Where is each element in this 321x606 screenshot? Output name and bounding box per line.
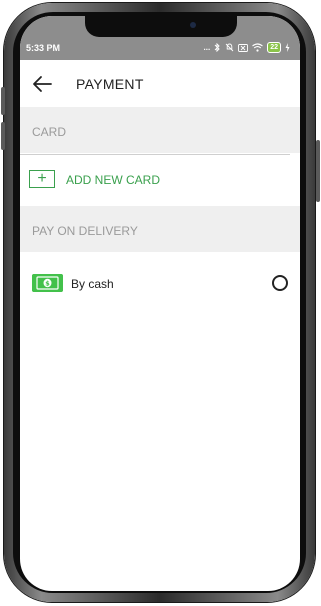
charging-icon: [285, 43, 290, 52]
battery-icon: 22: [267, 42, 281, 53]
front-camera: [190, 22, 196, 28]
section-card-header: CARD: [20, 107, 300, 153]
camera-notch: [85, 16, 237, 37]
page-title: PAYMENT: [76, 76, 144, 92]
app-screen: 5:33 PM ... 22 PAYMENT CARD + ADD NEW CA…: [20, 16, 300, 591]
arrow-left-icon[interactable]: [30, 72, 54, 96]
payment-option-cash[interactable]: $ By cash: [20, 268, 300, 300]
section-pay-on-delivery-title: PAY ON DELIVERY: [32, 224, 138, 238]
mute-icon: [225, 43, 234, 52]
app-bar: PAYMENT: [20, 60, 300, 107]
volume-button: [1, 122, 5, 150]
payment-option-label: By cash: [71, 277, 114, 291]
more-dots-icon: ...: [203, 43, 211, 52]
radio-button[interactable]: [272, 275, 288, 291]
volume-button: [1, 87, 5, 115]
sim-off-icon: [238, 43, 249, 52]
svg-text:$: $: [45, 279, 50, 287]
section-card-title: CARD: [32, 125, 67, 139]
plus-icon: +: [29, 170, 55, 188]
wifi-icon: [252, 43, 264, 52]
bluetooth-icon: [214, 43, 220, 52]
status-icons: ... 22: [204, 42, 290, 53]
power-button: [316, 140, 320, 202]
add-new-card-button[interactable]: + ADD NEW CARD: [20, 163, 300, 197]
status-time: 5:33 PM: [26, 43, 61, 53]
cash-icon: $: [32, 274, 63, 292]
add-new-card-label: ADD NEW CARD: [66, 173, 161, 187]
divider: [20, 154, 290, 155]
section-pay-on-delivery-header: PAY ON DELIVERY: [20, 206, 300, 252]
